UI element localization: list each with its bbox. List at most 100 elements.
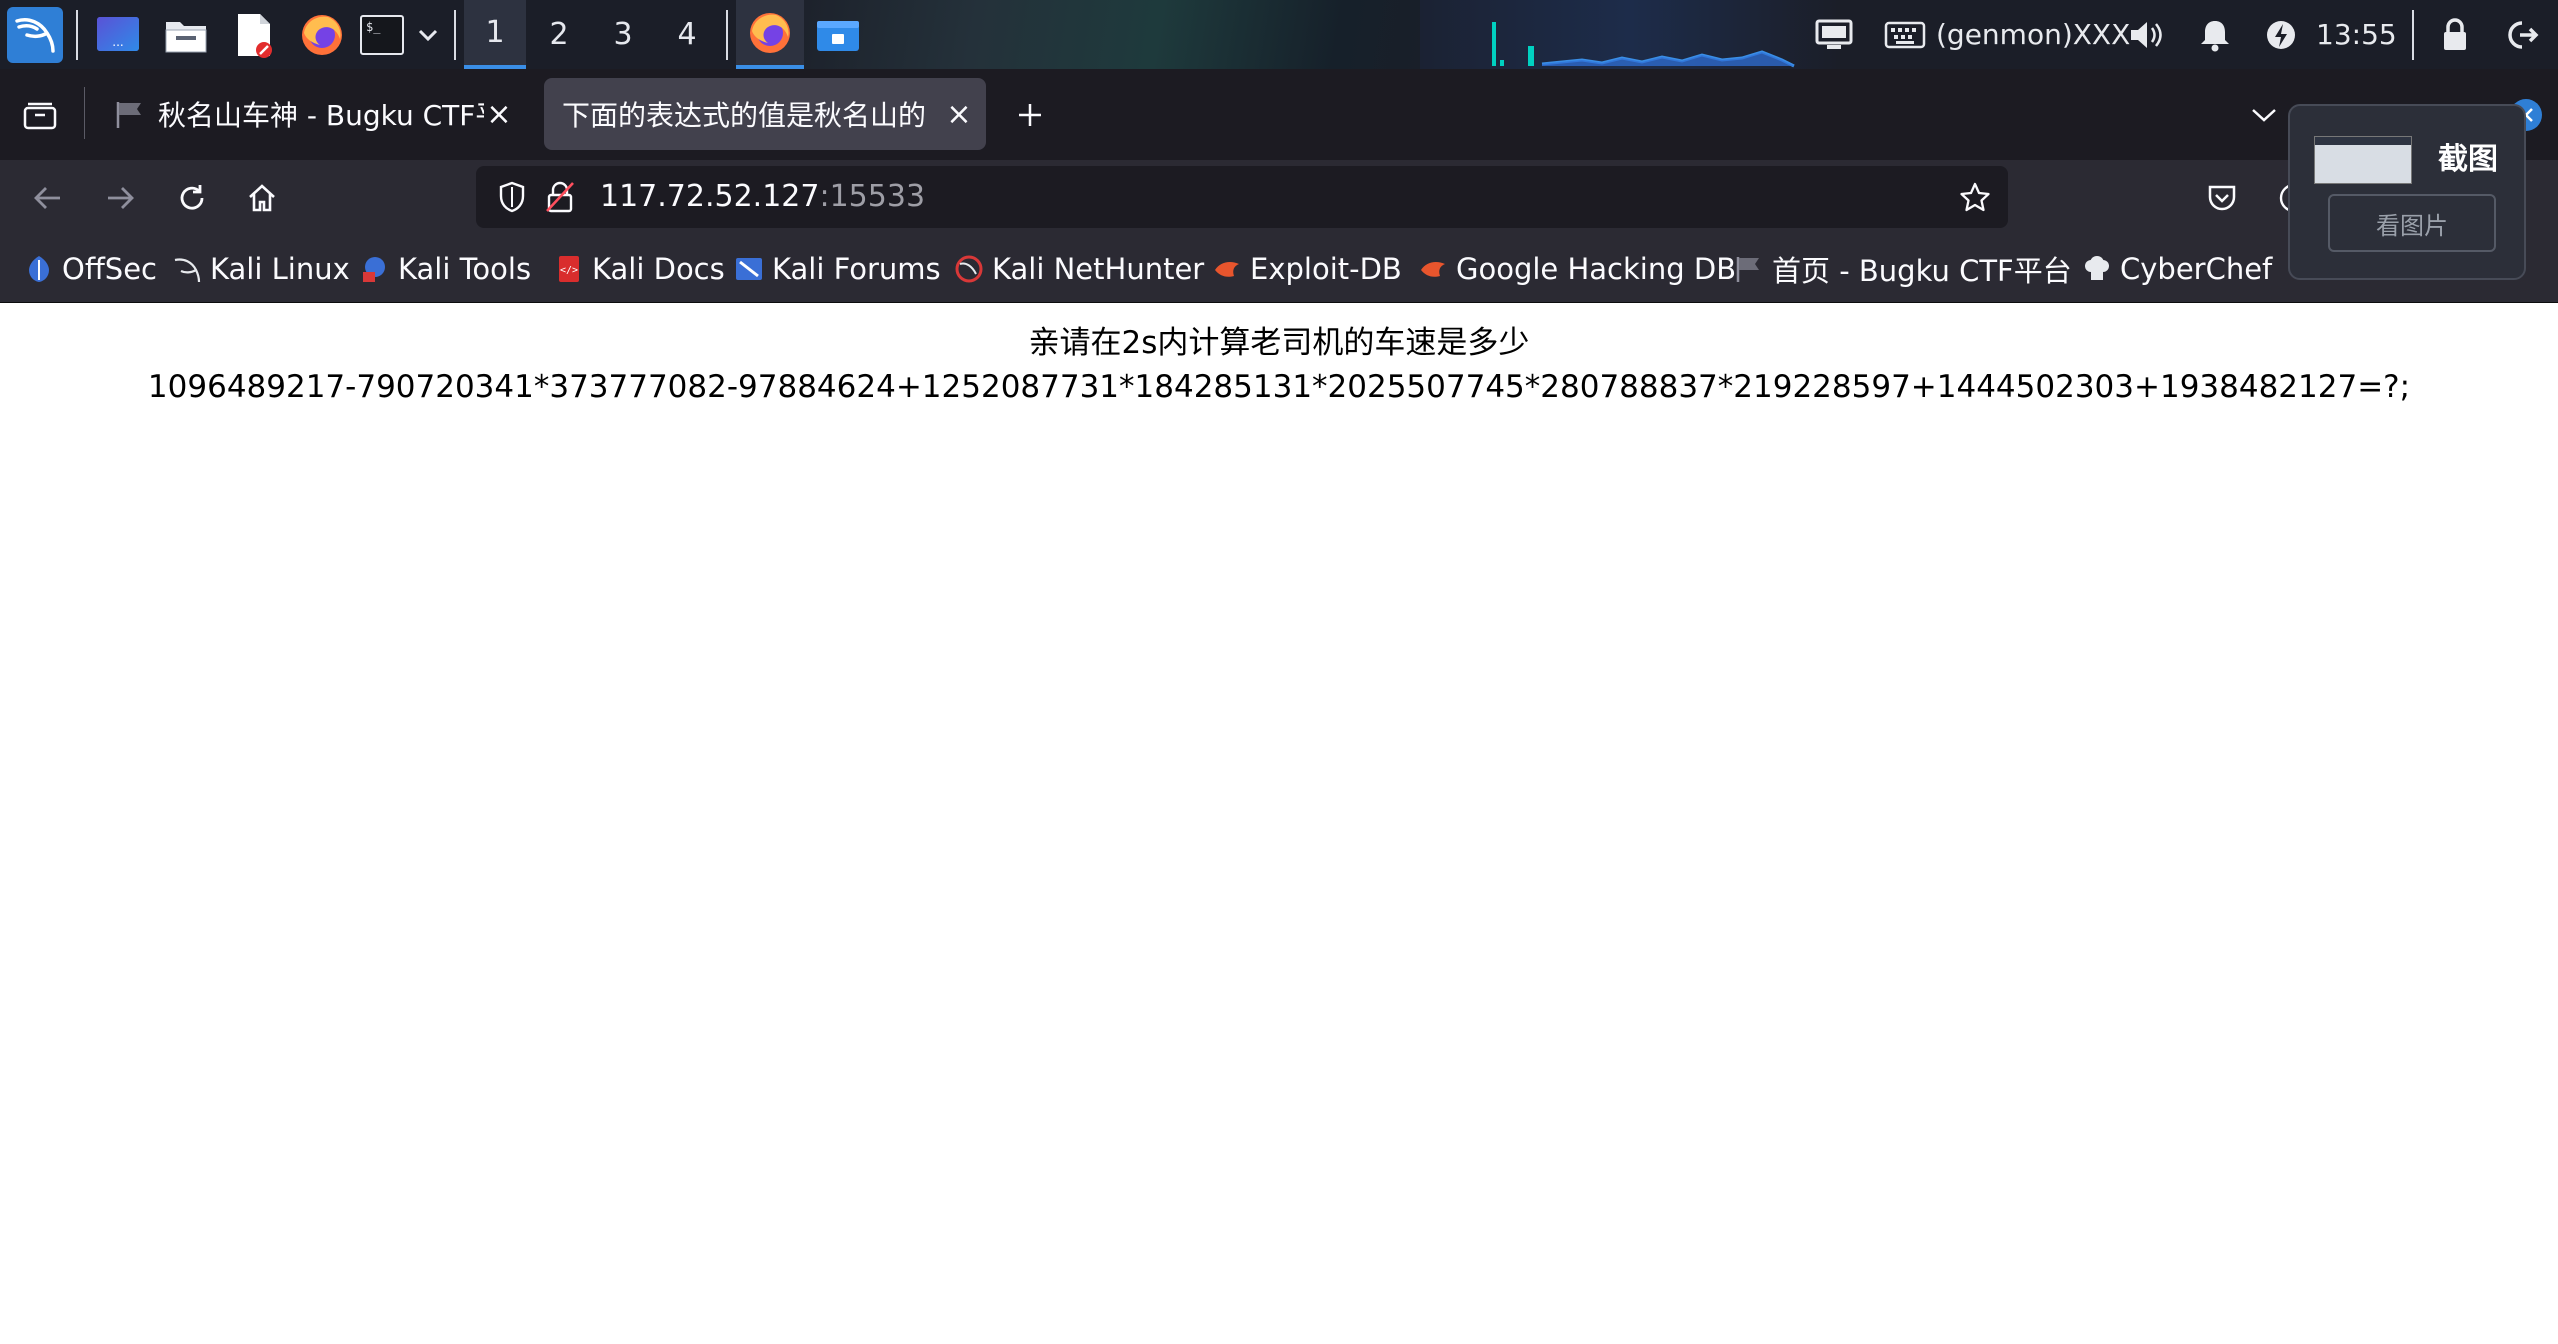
display-icon[interactable] bbox=[1810, 0, 1858, 69]
bookmark-label: OffSec bbox=[62, 252, 158, 286]
network-graph bbox=[1522, 0, 1796, 69]
kali-forums-icon bbox=[734, 254, 764, 284]
kali-tools-icon bbox=[360, 254, 390, 284]
svg-text:$_: $_ bbox=[366, 20, 381, 34]
bookmark-kali-tools[interactable]: Kali Tools bbox=[360, 236, 531, 302]
web-page: 亲请在2s内计算老司机的车速是多少 1096489217-790720341*3… bbox=[0, 303, 2558, 1344]
bookmark-star-icon[interactable] bbox=[1950, 166, 2000, 228]
bookmark-exploit-db[interactable]: Exploit-DB bbox=[1212, 236, 1402, 302]
taskbar-firefox-window[interactable] bbox=[736, 0, 804, 69]
genmon-label[interactable]: (genmon)XXX bbox=[1936, 0, 2130, 69]
tab-separator bbox=[84, 87, 85, 139]
workspace-1[interactable]: 1 bbox=[464, 0, 526, 69]
challenge-expression: 1096489217-790720341*373777082-97884624+… bbox=[147, 369, 2411, 405]
pocket-icon bbox=[2208, 185, 2236, 211]
panel-separator bbox=[454, 10, 456, 60]
firefox-icon bbox=[750, 12, 790, 53]
clock-text: 13:55 bbox=[2316, 18, 2397, 51]
reload-icon bbox=[180, 185, 204, 210]
power-manager-icon[interactable] bbox=[2256, 0, 2306, 69]
list-all-tabs-button[interactable] bbox=[2238, 89, 2290, 141]
pocket-button[interactable] bbox=[2196, 172, 2248, 224]
navigation-toolbar: 117.72.52.127:15533 bbox=[0, 160, 2558, 236]
genmon-text: (genmon)XXX bbox=[1936, 18, 2131, 51]
bookmark-label: Kali Docs bbox=[592, 252, 725, 286]
terminal-icon[interactable]: $_ bbox=[356, 0, 408, 69]
close-icon[interactable]: × bbox=[944, 97, 974, 132]
offsec-icon bbox=[24, 254, 54, 284]
close-icon[interactable]: × bbox=[484, 97, 514, 132]
tab-bar: 秋名山车神 - Bugku CTF平台 × 下面的表达式的值是秋名山的 × bbox=[0, 69, 2558, 160]
desktop-icon[interactable]: ... bbox=[90, 0, 146, 69]
bookmark-offsec[interactable]: OffSec bbox=[24, 236, 157, 302]
panel-separator bbox=[2412, 10, 2414, 60]
lock-icon[interactable] bbox=[2430, 0, 2480, 69]
insecure-lock-icon[interactable] bbox=[538, 166, 582, 228]
tab-title: 秋名山车神 - Bugku CTF平台 bbox=[158, 99, 484, 132]
bookmark-label: Kali Tools bbox=[398, 252, 532, 286]
url-host: 117.72.52.127 bbox=[600, 179, 820, 214]
new-tab-button[interactable] bbox=[1004, 89, 1056, 141]
bookmark-cyberchef[interactable]: CyberChef bbox=[2082, 236, 2272, 302]
tracking-protection-shield-icon[interactable] bbox=[490, 166, 534, 228]
firefox-icon[interactable] bbox=[294, 0, 350, 69]
screenshot-popup[interactable]: 截图 看图片 bbox=[2288, 104, 2526, 280]
svg-text:...: ... bbox=[112, 35, 123, 49]
bookmark-label: Kali Linux bbox=[210, 252, 350, 286]
tab-expression-page[interactable]: 下面的表达式的值是秋名山的 × bbox=[544, 78, 986, 150]
workspace-3[interactable]: 3 bbox=[592, 0, 654, 69]
taskbar-screenshot-window[interactable] bbox=[806, 0, 870, 69]
clock[interactable]: 13:55 bbox=[2316, 0, 2426, 69]
popup-title: 截图 bbox=[2438, 142, 2498, 177]
firefox-view-icon[interactable] bbox=[14, 89, 66, 141]
home-button[interactable] bbox=[236, 172, 288, 224]
kali-nethunter-icon bbox=[954, 254, 984, 284]
back-button[interactable] bbox=[22, 172, 74, 224]
url-text[interactable]: 117.72.52.127:15533 bbox=[600, 166, 925, 228]
bookmark-kali-linux[interactable]: Kali Linux bbox=[172, 236, 350, 302]
exploit-db-icon bbox=[1418, 254, 1448, 284]
url-port: :15533 bbox=[819, 179, 926, 214]
text-editor-icon[interactable] bbox=[226, 0, 282, 69]
panel-separator bbox=[726, 10, 728, 60]
chevron-down-icon[interactable] bbox=[410, 0, 446, 69]
workspace-4[interactable]: 4 bbox=[656, 0, 718, 69]
logout-icon[interactable] bbox=[2498, 0, 2548, 69]
reload-button[interactable] bbox=[166, 172, 218, 224]
bookmark-bugku-home[interactable]: 首页 - Bugku CTF平台 bbox=[1734, 236, 2072, 302]
kali-menu-icon[interactable] bbox=[4, 0, 66, 69]
cpu-graph bbox=[1490, 0, 1520, 69]
keyboard-icon[interactable] bbox=[1882, 0, 1928, 69]
svg-text:</>: </> bbox=[560, 265, 578, 276]
view-image-button[interactable]: 看图片 bbox=[2328, 194, 2496, 252]
forward-button[interactable] bbox=[94, 172, 146, 224]
screenshot-thumbnail[interactable] bbox=[2314, 136, 2412, 184]
bookmark-label: 首页 - Bugku CTF平台 bbox=[1772, 254, 2072, 288]
chef-hat-icon bbox=[2082, 254, 2112, 284]
notification-bell-icon[interactable] bbox=[2190, 0, 2240, 69]
home-icon bbox=[249, 184, 275, 212]
bookmark-label: CyberChef bbox=[2120, 252, 2273, 286]
kali-dragon-icon bbox=[172, 254, 202, 284]
kali-docs-icon: </> bbox=[554, 254, 584, 284]
bookmark-google-hacking-db[interactable]: Google Hacking DB bbox=[1418, 236, 1736, 302]
bookmark-kali-docs[interactable]: </> Kali Docs bbox=[554, 236, 725, 302]
arrow-left-icon bbox=[34, 187, 60, 209]
plus-icon bbox=[1019, 104, 1041, 126]
file-manager-icon[interactable] bbox=[158, 0, 214, 69]
bookmark-kali-forums[interactable]: Kali Forums bbox=[734, 236, 941, 302]
bookmark-label: Exploit-DB bbox=[1250, 252, 1402, 286]
bookmark-label: Kali NetHunter bbox=[992, 252, 1205, 286]
panel-separator bbox=[76, 10, 78, 60]
bookmark-kali-nethunter[interactable]: Kali NetHunter bbox=[954, 236, 1204, 302]
screenshot-app-icon bbox=[817, 20, 859, 51]
address-bar[interactable]: 117.72.52.127:15533 bbox=[476, 166, 2008, 228]
volume-icon[interactable] bbox=[2122, 0, 2170, 69]
challenge-text: 亲请在2s内计算老司机的车速是多少 1096489217-790720341*3… bbox=[0, 321, 2558, 409]
tab-bugku-challenge[interactable]: 秋名山车神 - Bugku CTF平台 × bbox=[96, 78, 526, 150]
workspace-2[interactable]: 2 bbox=[528, 0, 590, 69]
bookmark-label: Kali Forums bbox=[772, 252, 941, 286]
exploit-db-icon bbox=[1212, 254, 1242, 284]
flag-icon bbox=[1734, 254, 1764, 284]
tab-title: 下面的表达式的值是秋名山的 bbox=[562, 99, 927, 132]
